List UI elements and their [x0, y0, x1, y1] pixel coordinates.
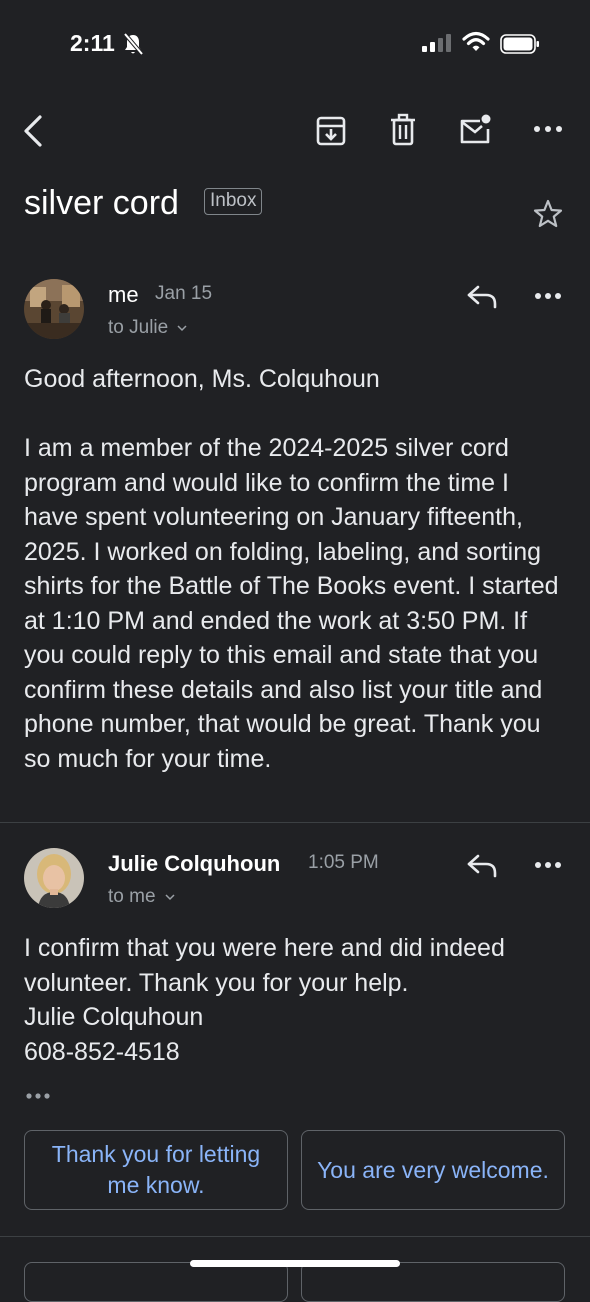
- divider: [0, 822, 590, 823]
- avatar[interactable]: [24, 848, 84, 908]
- recipient-text: to Julie: [108, 317, 169, 338]
- smart-reply-button[interactable]: Thank you for letting me know.: [24, 1130, 288, 1210]
- smart-reply-label: You are very welcome.: [317, 1156, 549, 1183]
- bottom-action-button[interactable]: [24, 1262, 288, 1302]
- more-options-icon[interactable]: [534, 291, 562, 301]
- message-body: I confirm that you were here and did ind…: [24, 934, 505, 1066]
- show-trimmed-content-icon[interactable]: [24, 1090, 54, 1102]
- message-date: 1:05 PM: [308, 852, 379, 873]
- back-arrow-icon[interactable]: [18, 112, 50, 150]
- message-date: Jan 15: [155, 283, 213, 304]
- reply-icon[interactable]: [466, 283, 498, 311]
- bottom-action-button[interactable]: [301, 1262, 565, 1302]
- more-options-icon[interactable]: [532, 117, 564, 141]
- bell-slash-icon: [123, 32, 144, 56]
- message-body: Good afternoon, Ms. Colquhoun I am a mem…: [24, 365, 559, 773]
- mark-unread-icon[interactable]: [458, 112, 492, 148]
- avatar[interactable]: [24, 279, 84, 339]
- more-options-icon[interactable]: [534, 860, 562, 870]
- home-indicator: [190, 1260, 400, 1267]
- trash-icon[interactable]: [386, 112, 420, 148]
- chevron-down-icon: [165, 894, 175, 901]
- reply-icon[interactable]: [466, 852, 498, 880]
- recipient-line[interactable]: to Julie: [108, 317, 188, 339]
- chevron-down-icon: [177, 325, 188, 332]
- archive-icon[interactable]: [314, 112, 348, 148]
- email-subject: silver cord: [24, 184, 179, 222]
- status-time: 2:11: [70, 30, 115, 56]
- sender-name: me: [108, 282, 139, 307]
- divider: [0, 1236, 590, 1237]
- battery-icon: [500, 34, 539, 54]
- recipient-line[interactable]: to me: [108, 886, 175, 908]
- cellular-signal-icon: [422, 34, 451, 52]
- smart-reply-button[interactable]: You are very welcome.: [301, 1130, 565, 1210]
- sender-name: Julie Colquhoun: [108, 851, 281, 876]
- star-icon[interactable]: [532, 198, 564, 230]
- wifi-icon: [462, 31, 490, 51]
- recipient-text: to me: [108, 886, 156, 907]
- label-chip[interactable]: Inbox: [204, 188, 263, 215]
- smart-reply-label: Thank you for letting me know.: [51, 1141, 261, 1198]
